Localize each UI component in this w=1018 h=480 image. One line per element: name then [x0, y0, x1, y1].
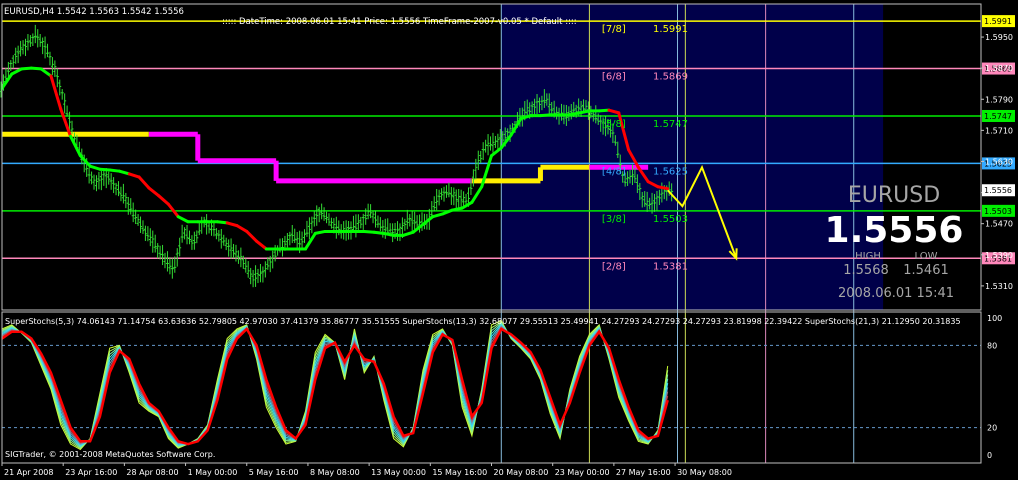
info-line: ::::: DateTime: 2008.06.01 15:41 Price: …	[222, 17, 577, 27]
price-tick-label-1: 1.5950	[985, 33, 1013, 42]
murrey-level-price-1: 1.5869	[653, 72, 688, 83]
last-price-tag-text: 1.5556	[984, 186, 1012, 195]
price-tick-label-2: 1.5870	[985, 64, 1013, 73]
time-tick-label-11: 30 May 08:00	[677, 468, 732, 477]
murrey-axis-tag-text-2: 1.5747	[984, 112, 1012, 121]
price-tick-label-4: 1.5710	[985, 126, 1013, 135]
time-tick-label-1: 23 Apr 16:00	[65, 468, 117, 477]
time-tick-label-4: 5 May 16:00	[249, 468, 299, 477]
time-tick-label-6: 13 May 00:00	[371, 468, 426, 477]
ticker-high: 1.5568	[843, 263, 889, 278]
time-tick-label-0: 21 Apr 2008	[4, 468, 53, 477]
price-chart: [7/8] 1.5991 [6/8] 1.5869 [5/8] 1.5747 [4/8] 1.…	[0, 0, 1018, 480]
session-highlight	[501, 4, 884, 310]
murrey-axis-tag-text-4: 1.5503	[984, 207, 1012, 216]
ticker-symbol: EURUSD	[848, 183, 940, 208]
price-tick-label-8: 1.5390	[985, 251, 1013, 260]
murrey-level-price-5: 1.5381	[653, 261, 688, 272]
ticker-datetime: 2008.06.01 15:41	[838, 286, 954, 301]
murrey-level-price-2: 1.5747	[653, 119, 688, 130]
time-tick-label-8: 20 May 08:00	[494, 468, 549, 477]
murrey-level-price-0: 1.5991	[653, 24, 688, 35]
time-tick-label-7: 15 May 16:00	[432, 468, 487, 477]
indicator-scale-label-2: 20	[987, 424, 997, 433]
time-tick-label-5: 8 May 08:00	[310, 468, 360, 477]
symbol-info: EURUSD,H4 1.5542 1.5563 1.5542 1.5556	[4, 7, 184, 17]
time-tick-label-3: 1 May 00:00	[188, 468, 238, 477]
price-tick-label-5: 1.5630	[985, 157, 1013, 166]
price-tick-label-7: 1.5470	[985, 220, 1013, 229]
murrey-level-label-0: [7/8]	[602, 24, 626, 35]
ticker-price: 1.5556	[825, 210, 964, 251]
trend-seg-67	[656, 185, 670, 191]
ticker-low-label: LOW	[915, 251, 938, 262]
murrey-axis-tag-text-0: 1.5991	[984, 17, 1012, 26]
session-rect	[501, 4, 884, 310]
ticker-high-label: HIGH	[855, 251, 881, 262]
indicator-scale-label-3: 0	[987, 451, 992, 460]
time-tick-label-9: 23 May 00:00	[555, 468, 610, 477]
murrey-level-label-3: [4/8]	[602, 166, 626, 177]
ticker-low: 1.5461	[903, 263, 949, 278]
murrey-level-price-3: 1.5625	[653, 166, 688, 177]
price-tick-label-9: 1.5310	[985, 282, 1013, 291]
time-tick-label-10: 27 May 16:00	[616, 468, 671, 477]
murrey-level-label-4: [3/8]	[602, 214, 626, 225]
indicator-title: SuperStochs(5,3) 74.06143 71.14754 63.63…	[5, 317, 961, 326]
indicator-scale-label-1: 80	[987, 341, 997, 350]
murrey-level-label-5: [2/8]	[602, 261, 626, 272]
price-tick-label-3: 1.5790	[985, 95, 1013, 104]
time-tick-label-2: 28 Apr 08:00	[126, 468, 178, 477]
murrey-level-price-4: 1.5503	[653, 214, 688, 225]
copyright: SIGTrader, © 2001-2008 MetaQuotes Softwa…	[5, 450, 215, 459]
indicator-scale-label-0: 100	[987, 314, 1002, 323]
murrey-level-label-1: [6/8]	[602, 72, 626, 83]
murrey-level-label-2: [5/8]	[602, 119, 626, 130]
